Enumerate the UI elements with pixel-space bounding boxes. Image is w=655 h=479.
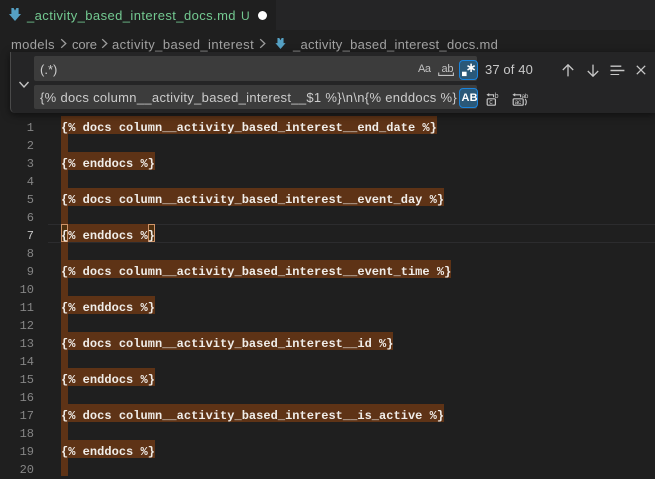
svg-text:c: c	[489, 99, 493, 106]
